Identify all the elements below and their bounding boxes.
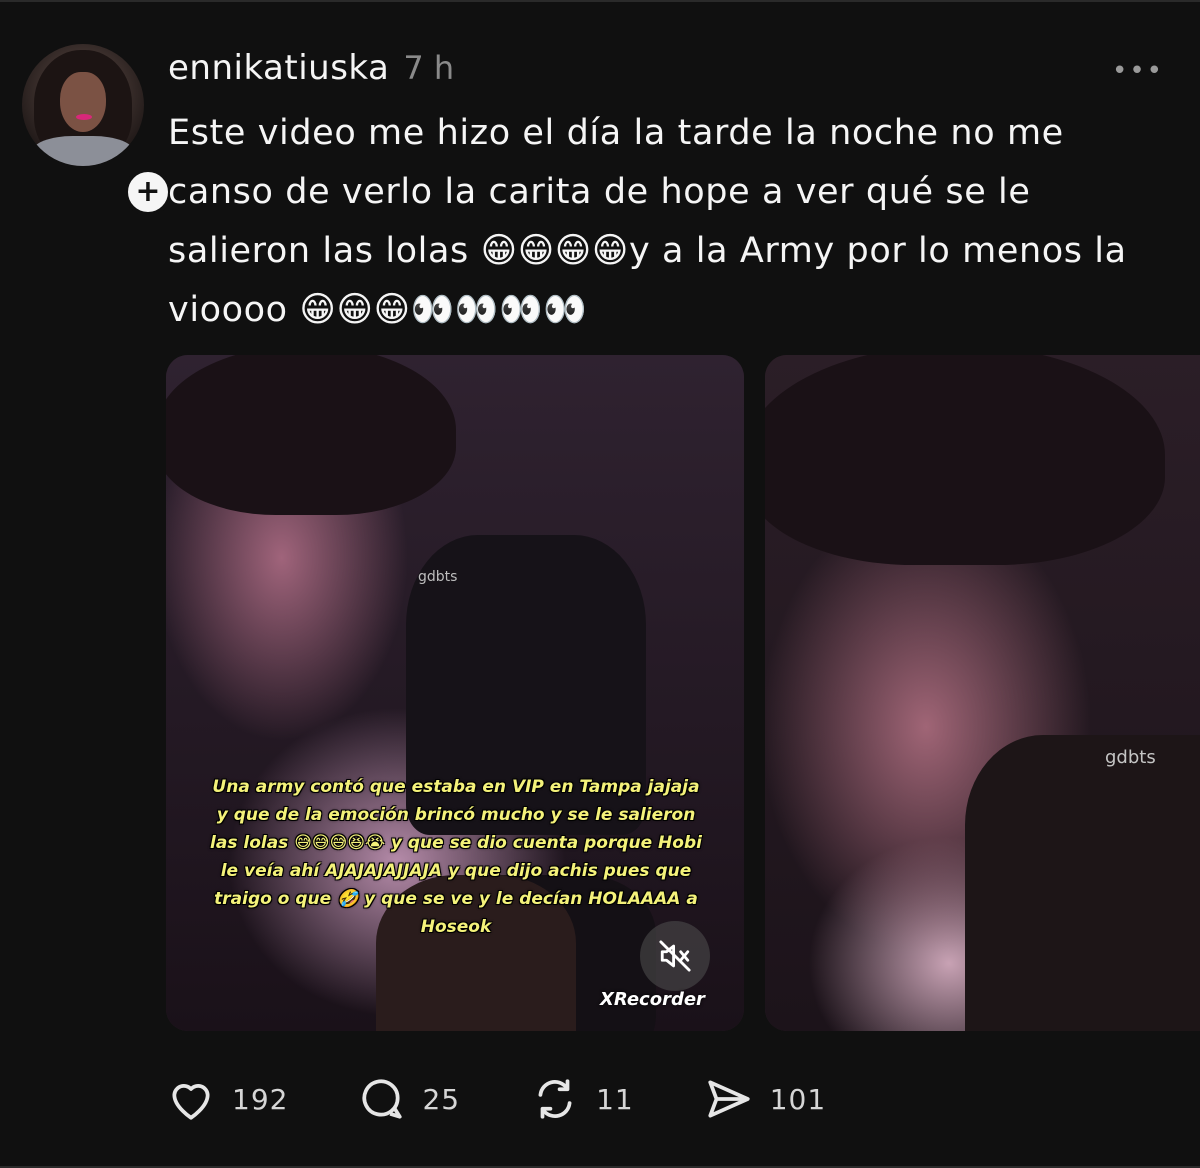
repost-button[interactable]: 11 xyxy=(530,1076,634,1122)
share-count: 101 xyxy=(769,1082,827,1116)
repost-icon xyxy=(530,1076,580,1122)
avatar-container[interactable]: + xyxy=(22,44,172,216)
heart-icon xyxy=(166,1076,216,1122)
action-bar: 192 25 11 101 xyxy=(166,1076,826,1122)
video-tag: gdbts xyxy=(418,569,458,585)
avatar[interactable] xyxy=(22,44,144,166)
more-options-button[interactable]: ••• xyxy=(1112,56,1164,86)
username[interactable]: ennikatiuska xyxy=(168,48,389,88)
mute-button[interactable] xyxy=(640,921,710,991)
muted-speaker-icon xyxy=(659,940,691,972)
follow-button[interactable]: + xyxy=(124,168,172,216)
plus-icon: + xyxy=(135,174,161,209)
video-caption: Una army contó que estaba en VIP en Tamp… xyxy=(210,777,702,937)
post-header: ennikatiuska 7 h xyxy=(168,48,454,88)
timestamp: 7 h xyxy=(403,49,455,87)
media-video-2[interactable]: gdbts xyxy=(765,355,1200,1031)
reply-button[interactable]: 25 xyxy=(356,1076,460,1122)
media-video-1[interactable]: gdbts Una army contó que estaba en VIP e… xyxy=(166,355,744,1031)
share-button[interactable]: 101 xyxy=(704,1076,826,1122)
repost-count: 11 xyxy=(596,1082,634,1116)
reply-count: 25 xyxy=(422,1082,461,1116)
video-tag: gdbts xyxy=(1105,747,1156,768)
like-button[interactable]: 192 xyxy=(166,1076,288,1122)
top-border xyxy=(0,0,1200,2)
send-icon xyxy=(704,1076,754,1122)
recorder-watermark: XRecorder xyxy=(600,989,705,1010)
post-text: Este video me hizo el día la tarde la no… xyxy=(168,113,1127,330)
comment-icon xyxy=(356,1076,406,1122)
like-count: 192 xyxy=(232,1082,289,1116)
